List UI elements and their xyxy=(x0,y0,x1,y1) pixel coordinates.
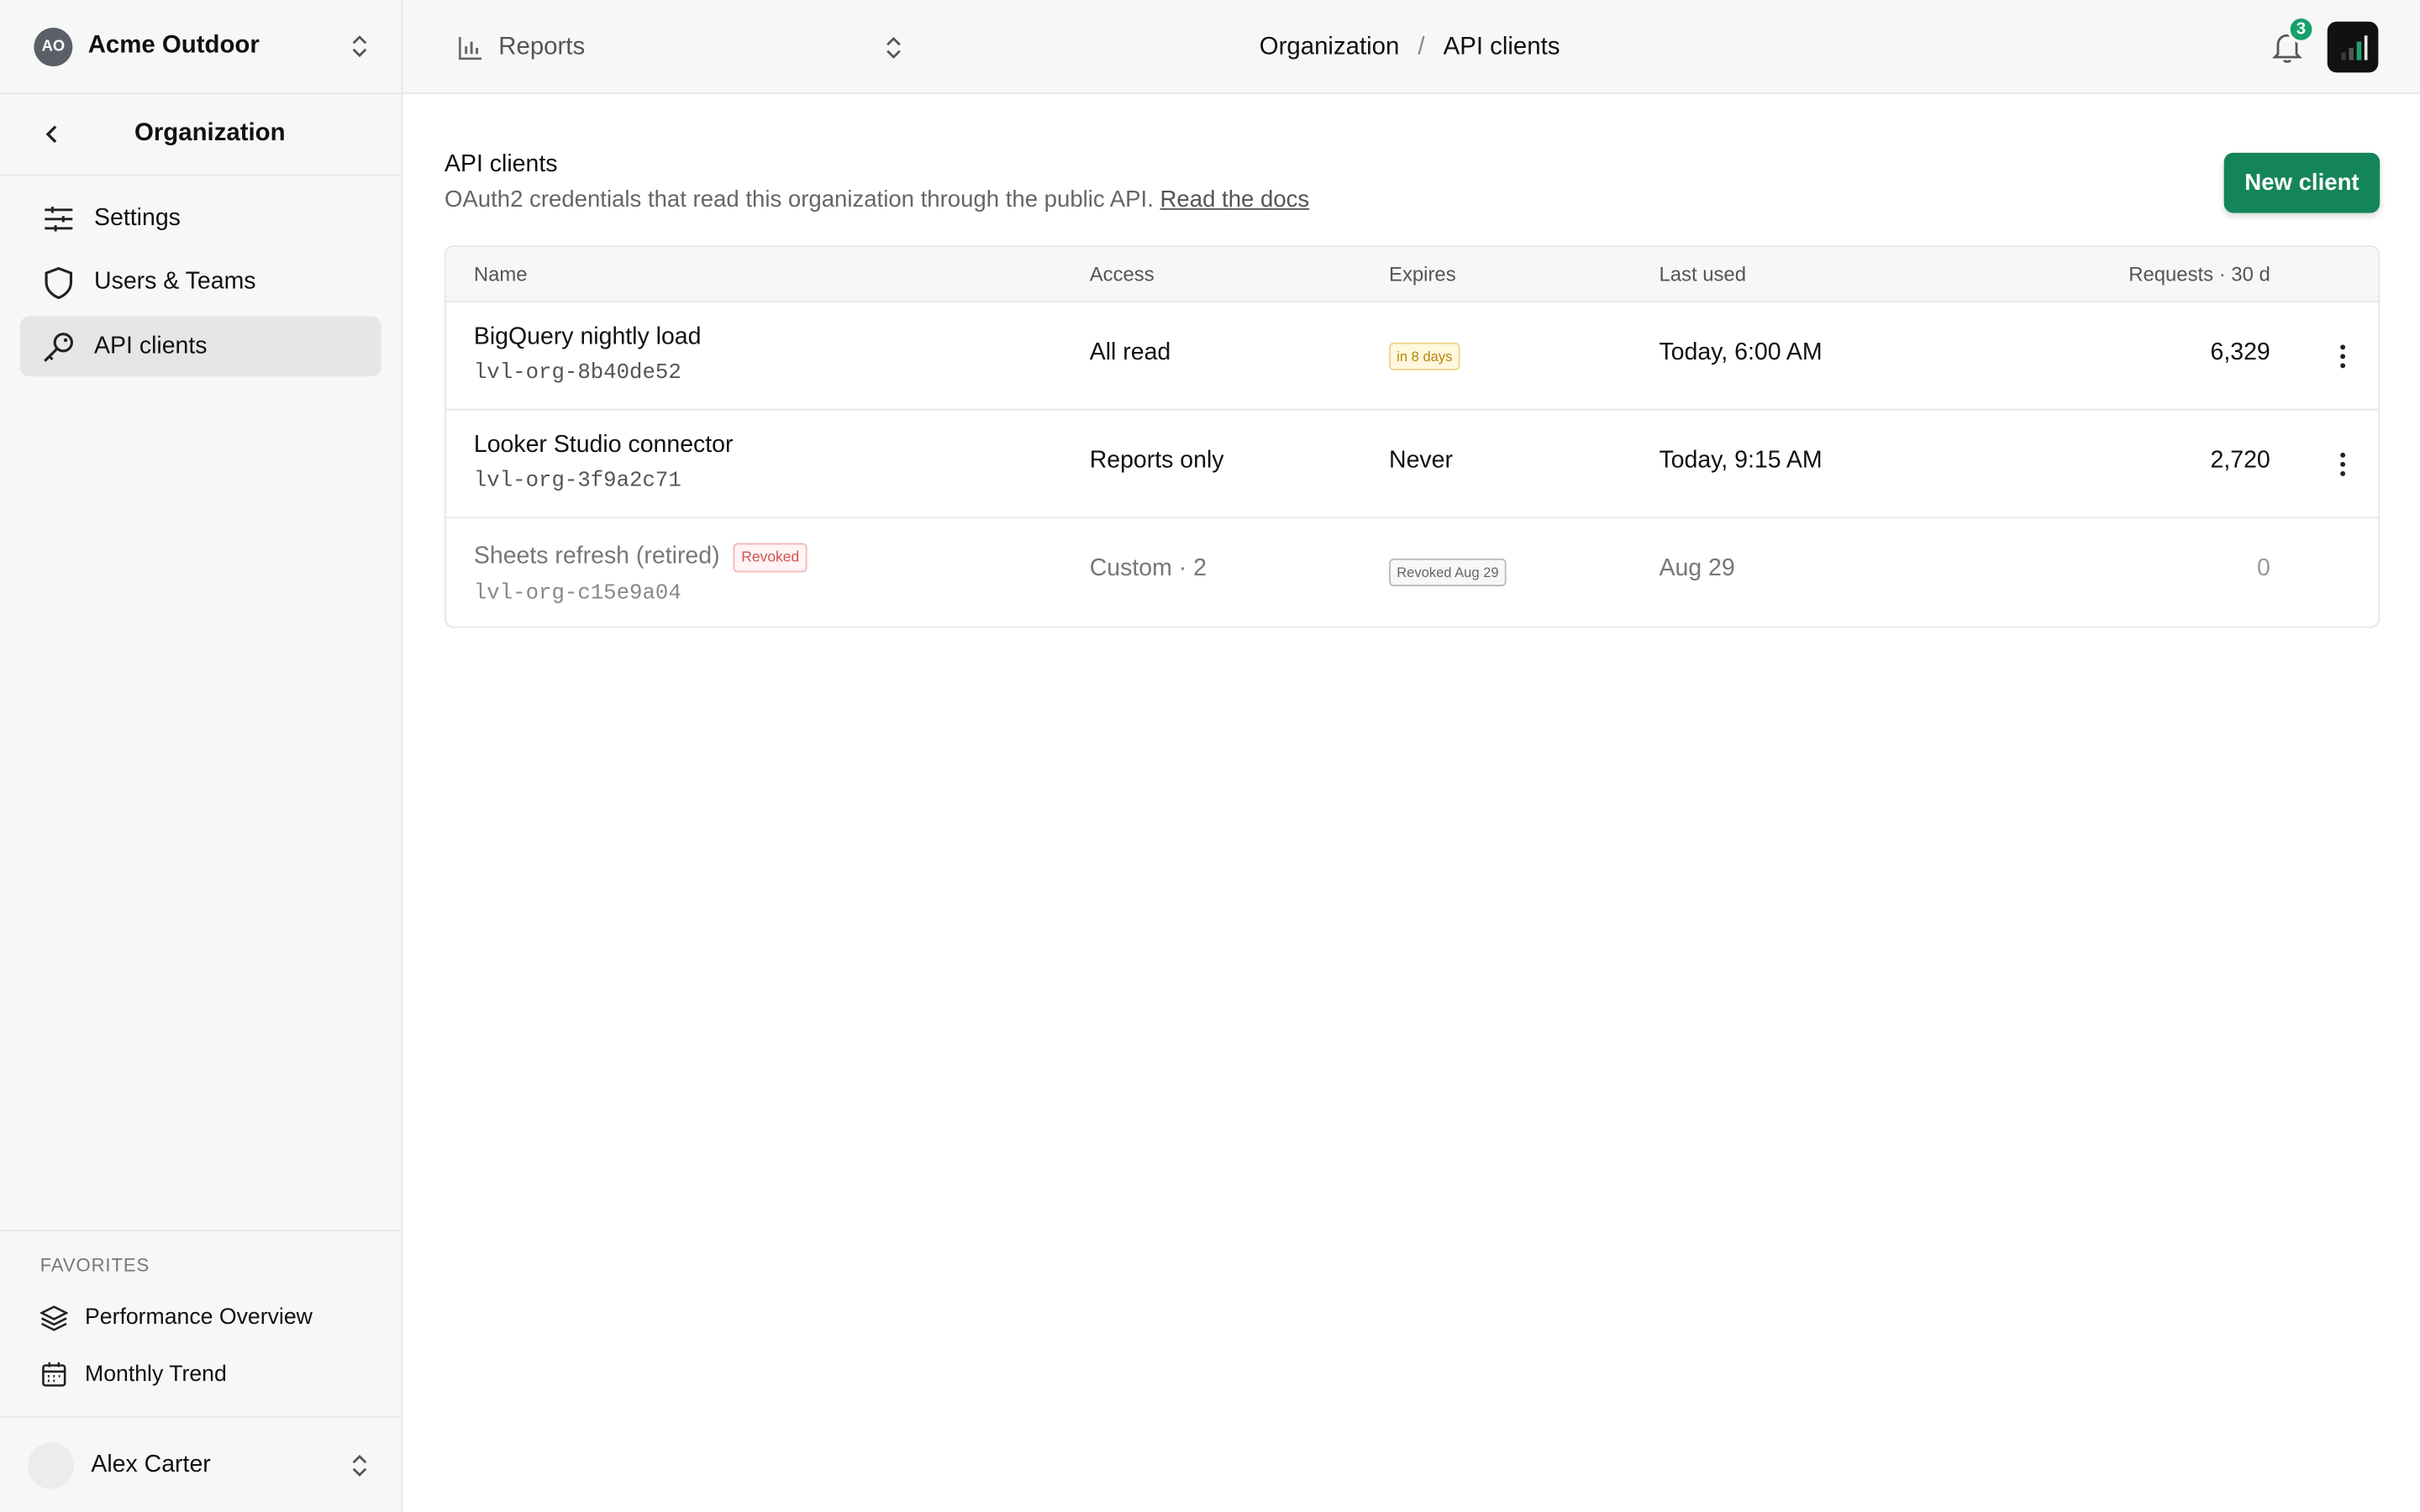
chevron-updown-icon xyxy=(349,34,371,58)
breadcrumb: Organization / API clients xyxy=(1260,0,1560,94)
report-switcher-label: Reports xyxy=(498,33,586,60)
column-header-access[interactable]: Access xyxy=(1090,262,1155,286)
expiry-badge: Revoked Aug 29 xyxy=(1389,558,1507,586)
last-used-cell: Today, 9:15 AM xyxy=(1659,447,1823,474)
org-name: Acme Outdoor xyxy=(87,32,260,59)
favorite-label: Monthly Trend xyxy=(85,1361,227,1387)
user-name: Alex Carter xyxy=(91,1451,211,1478)
client-name: BigQuery nightly load xyxy=(473,323,702,350)
report-switcher[interactable]: Reports xyxy=(457,0,905,94)
section-header: Organization xyxy=(0,94,402,176)
favorites-title: FAVORITES xyxy=(39,1254,150,1276)
sidebar-item-users-teams[interactable]: Users & Teams xyxy=(20,252,381,312)
requests-cell: 0 xyxy=(2256,555,2270,582)
requests-cell: 6,329 xyxy=(2210,339,2270,366)
client-name-cell: Looker Studio connector lvl-org-3f9a2c71 xyxy=(474,432,734,493)
more-vertical-icon[interactable] xyxy=(2323,336,2363,376)
chevron-updown-icon xyxy=(883,34,905,59)
key-icon xyxy=(42,329,76,363)
table-row[interactable]: Looker Studio connector lvl-org-3f9a2c71… xyxy=(445,411,2379,519)
last-used-cell: Aug 29 xyxy=(1659,555,1735,582)
page-subtitle: OAuth2 credentials that read this organi… xyxy=(445,186,1309,213)
new-client-button[interactable]: New client xyxy=(2223,152,2381,213)
access-cell: Reports only xyxy=(1089,447,1224,474)
sidebar-item-settings[interactable]: Settings xyxy=(20,188,381,249)
table-header: Name Access Expires Last used Requests ·… xyxy=(445,246,2379,302)
page-subtitle-text: OAuth2 credentials that read this organi… xyxy=(444,186,1154,213)
client-name-cell: Sheets refresh (retired) Revoked lvl-org… xyxy=(473,540,808,606)
notification-badge: 3 xyxy=(2286,15,2316,44)
client-key: lvl-org-3f9a2c71 xyxy=(473,469,681,494)
org-switcher[interactable]: AO Acme Outdoor xyxy=(0,0,402,95)
sidebar: AO Acme Outdoor Organization Settings Us… xyxy=(0,0,403,1512)
api-clients-table: Name Access Expires Last used Requests ·… xyxy=(444,245,2381,628)
back-icon[interactable] xyxy=(34,116,71,153)
page-title: API clients xyxy=(444,150,558,178)
client-name: Looker Studio connector xyxy=(473,432,734,459)
expiry-badge: in 8 days xyxy=(1389,342,1460,370)
column-header-requests[interactable]: Requests · 30 d xyxy=(2128,262,2270,286)
more-vertical-icon[interactable] xyxy=(2323,444,2363,485)
breadcrumb-separator: / xyxy=(1418,33,1425,60)
favorites-section: FAVORITES Performance Overview Monthly T… xyxy=(0,1229,402,1403)
table-row[interactable]: BigQuery nightly load lvl-org-8b40de52 A… xyxy=(445,302,2379,411)
calendar-icon xyxy=(40,1360,68,1388)
table-row[interactable]: Sheets refresh (retired) Revoked lvl-org… xyxy=(446,518,2379,627)
favorite-performance-overview[interactable]: Performance Overview xyxy=(0,1289,402,1346)
favorite-label: Performance Overview xyxy=(85,1304,313,1330)
client-name-cell: BigQuery nightly load lvl-org-8b40de52 xyxy=(474,324,702,386)
access-cell: Custom · 2 xyxy=(1089,555,1207,582)
breadcrumb-organization[interactable]: Organization xyxy=(1260,33,1400,60)
sidebar-item-label: Settings xyxy=(94,204,181,231)
sidebar-nav: Settings Users & Teams API clients xyxy=(0,176,402,392)
column-header-expires[interactable]: Expires xyxy=(1389,262,1456,286)
requests-cell: 2,720 xyxy=(2210,447,2270,474)
main-content: API clients OAuth2 credentials that read… xyxy=(402,94,2420,1512)
user-menu[interactable]: Alex Carter xyxy=(0,1416,402,1512)
sidebar-item-label: Users & Teams xyxy=(94,268,256,295)
bar-chart-icon xyxy=(457,33,485,60)
column-header-name[interactable]: Name xyxy=(474,262,528,286)
topbar: Reports Organization / API clients 3 xyxy=(402,0,2420,95)
avatar xyxy=(28,1441,75,1488)
read-docs-link[interactable]: Read the docs xyxy=(1160,186,1310,213)
sidebar-item-label: API clients xyxy=(94,332,208,360)
access-cell: All read xyxy=(1089,339,1171,366)
status-badge: Revoked xyxy=(734,543,808,573)
sliders-icon xyxy=(42,202,76,235)
sidebar-item-api-clients[interactable]: API clients xyxy=(19,316,381,377)
app-logo-icon[interactable] xyxy=(2327,21,2379,73)
shield-icon xyxy=(42,265,76,299)
expires-cell: in 8 days xyxy=(1389,339,1460,370)
expires-cell: Revoked Aug 29 xyxy=(1389,555,1507,586)
expires-cell: Never xyxy=(1389,447,1453,474)
favorite-monthly-trend[interactable]: Monthly Trend xyxy=(0,1346,402,1403)
org-avatar: AO xyxy=(34,27,73,66)
breadcrumb-current: API clients xyxy=(1443,33,1560,60)
client-key: lvl-org-8b40de52 xyxy=(473,360,681,386)
client-name: Sheets refresh (retired) xyxy=(473,542,720,569)
client-key: lvl-org-c15e9a04 xyxy=(473,581,681,606)
column-header-last-used[interactable]: Last used xyxy=(1659,262,1746,286)
layers-icon xyxy=(39,1303,68,1331)
chevron-updown-icon xyxy=(349,1452,371,1477)
last-used-cell: Today, 6:00 AM xyxy=(1659,339,1823,366)
